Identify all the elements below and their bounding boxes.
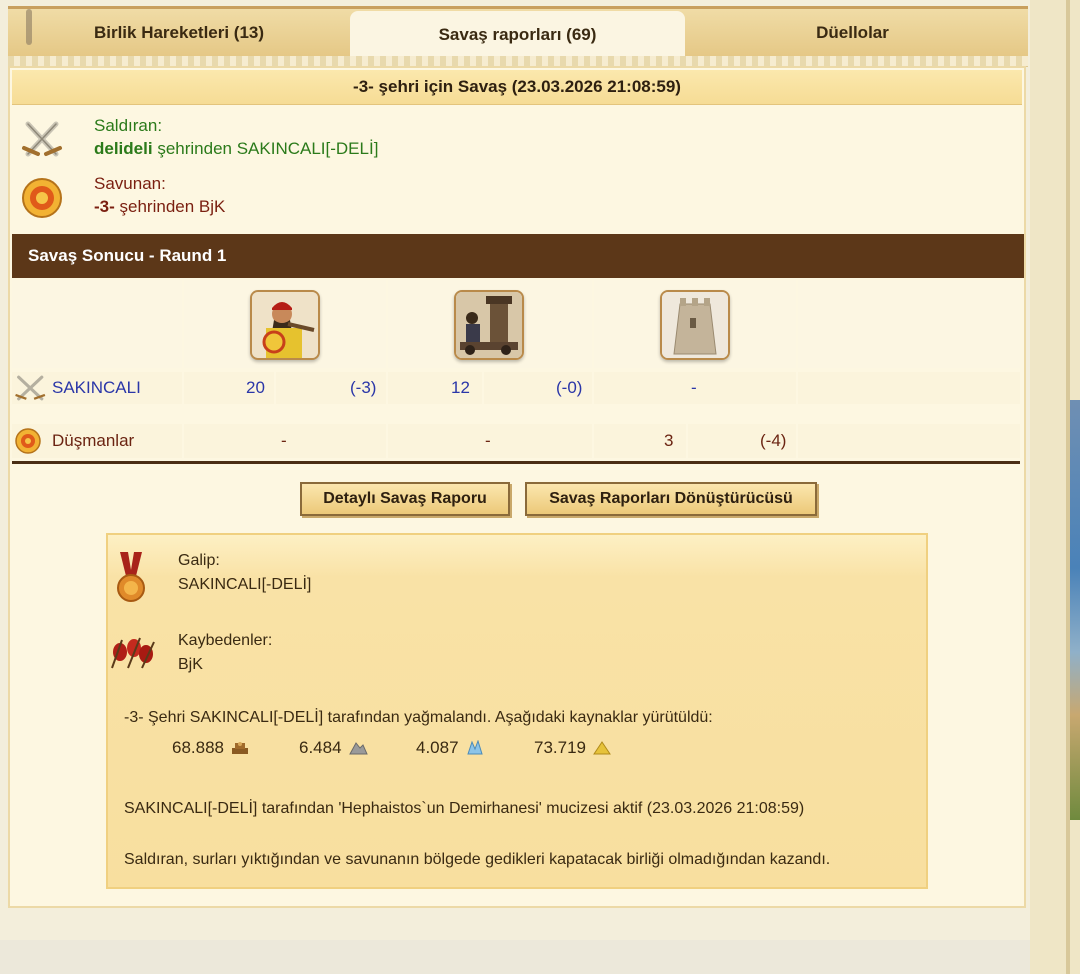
resource-wood: 68.888 — [172, 738, 250, 758]
resource-sulfur: 73.719 — [534, 738, 612, 758]
attacker-cell: (-3) — [276, 372, 386, 404]
defeated-troops-icon — [111, 637, 155, 669]
tab-troop-movements[interactable]: Birlik Hareketleri (13) — [8, 9, 350, 56]
wall-unit-icon[interactable] — [660, 290, 730, 360]
shield-icon — [22, 178, 62, 218]
defender-wall-loss: (-4) — [760, 431, 787, 450]
sulfur-icon — [593, 741, 611, 755]
defender-label: Savunan: — [94, 174, 166, 193]
winner-label: Galip: — [178, 552, 220, 569]
resource-marble: 6.484 — [299, 738, 368, 758]
table-divider — [12, 461, 1020, 464]
attacker-hoplite-loss: (-3) — [350, 378, 377, 397]
attacker-cell: - — [594, 372, 796, 404]
unit-header-blank — [12, 280, 182, 368]
row-defender-name: Düşmanlar — [14, 427, 134, 455]
defender-player[interactable]: şehrinden BjK — [120, 197, 226, 216]
attacker-cell: 20 — [184, 372, 274, 404]
unit-header-hoplite — [184, 280, 386, 368]
resource-crystal: 4.087 — [416, 738, 485, 758]
marble-icon — [348, 742, 368, 755]
tab-bar: Birlik Hareketleri (13) Savaş raporları … — [8, 6, 1028, 59]
resource-sulfur-amount: 73.719 — [534, 738, 586, 757]
attacker-label: Saldıran: — [94, 116, 163, 135]
battle-title: -3- şehri için Savaş (23.03.2026 21:08:5… — [12, 70, 1022, 105]
detailed-report-button[interactable]: Detaylı Savaş Raporu — [300, 482, 510, 516]
crystal-icon — [466, 740, 483, 755]
tab-duels[interactable]: Düellolar — [685, 9, 1020, 56]
attacker-player[interactable]: şehrinden SAKINCALI[-DELİ] — [157, 139, 378, 158]
attacker-hoplite-count: 20 — [246, 378, 265, 397]
defender-hoplite-count: - — [281, 431, 287, 450]
attacker-origin: delideli şehrinden SAKINCALI[-DELİ] — [94, 139, 378, 159]
losers-label: Kaybedenler: — [178, 632, 273, 649]
defender-section: Savunan: -3- şehrinden BjK — [12, 170, 1022, 226]
row-defender-name-cell: Düşmanlar — [12, 424, 182, 458]
report-converter-button[interactable]: Savaş Raporları Dönüştürücüsü — [525, 482, 817, 516]
defender-city-link[interactable]: -3- — [94, 197, 115, 216]
row-attacker-name: SAKINCALI — [14, 374, 141, 402]
defender-cell-empty — [798, 424, 1020, 458]
unit-header-catapult — [388, 280, 592, 368]
attacker-row-link[interactable]: SAKINCALI — [52, 378, 141, 398]
defender-wall-count: 3 — [664, 431, 674, 450]
medal-icon — [117, 552, 145, 602]
crossed-swords-icon — [22, 121, 62, 157]
pillage-text: -3- Şehri SAKINCALI[-DELİ] tarafından ya… — [124, 709, 713, 726]
winner-name[interactable]: SAKINCALI[-DELİ] — [178, 576, 311, 594]
wonder-text: SAKINCALI[-DELİ] tarafından 'Hephaistos`… — [124, 800, 805, 817]
defender-catapult-count: - — [485, 431, 491, 450]
defender-cell: - — [184, 424, 386, 458]
defender-cell: - — [388, 424, 592, 458]
losers-name[interactable]: BjK — [178, 656, 203, 674]
attacker-cell: 12 — [388, 372, 482, 404]
attacker-wall-count: - — [691, 378, 697, 397]
resource-wood-amount: 68.888 — [172, 738, 224, 757]
resource-crystal-amount: 4.087 — [416, 738, 459, 757]
catapult-unit-icon[interactable] — [454, 290, 524, 360]
attacker-cell-empty — [798, 372, 1020, 404]
defender-row-label: Düşmanlar — [52, 431, 135, 450]
side-strip — [1030, 0, 1080, 974]
defender-origin: -3- şehrinden BjK — [94, 197, 225, 217]
background-scene — [1070, 400, 1080, 820]
row-attacker-name-cell: SAKINCALI — [12, 372, 182, 404]
unit-header-wall — [594, 280, 796, 368]
round-title: Savaş Sonucu - Raund 1 — [12, 234, 1024, 278]
crossed-swords-icon — [15, 375, 46, 401]
resource-marble-amount: 6.484 — [299, 738, 342, 757]
outcome-text: Saldıran, surları yıktığından ve savunan… — [124, 851, 831, 868]
bottom-band — [0, 940, 1030, 974]
wood-icon — [232, 742, 248, 754]
attacker-catapult-loss: (-0) — [556, 378, 583, 397]
unit-header-empty — [798, 280, 1020, 368]
attacker-section: Saldıran: delideli şehrinden SAKINCALI[-… — [12, 112, 1022, 168]
defender-cell: 3 — [594, 424, 686, 458]
defender-cell: (-4) — [688, 424, 796, 458]
hoplite-unit-icon[interactable] — [250, 290, 320, 360]
attacker-city-link[interactable]: delideli — [94, 139, 153, 158]
attacker-cell: (-0) — [484, 372, 592, 404]
attacker-catapult-count: 12 — [451, 378, 470, 397]
shield-icon — [15, 428, 41, 454]
tab-battle-reports[interactable]: Savaş raporları (69) — [350, 11, 685, 59]
